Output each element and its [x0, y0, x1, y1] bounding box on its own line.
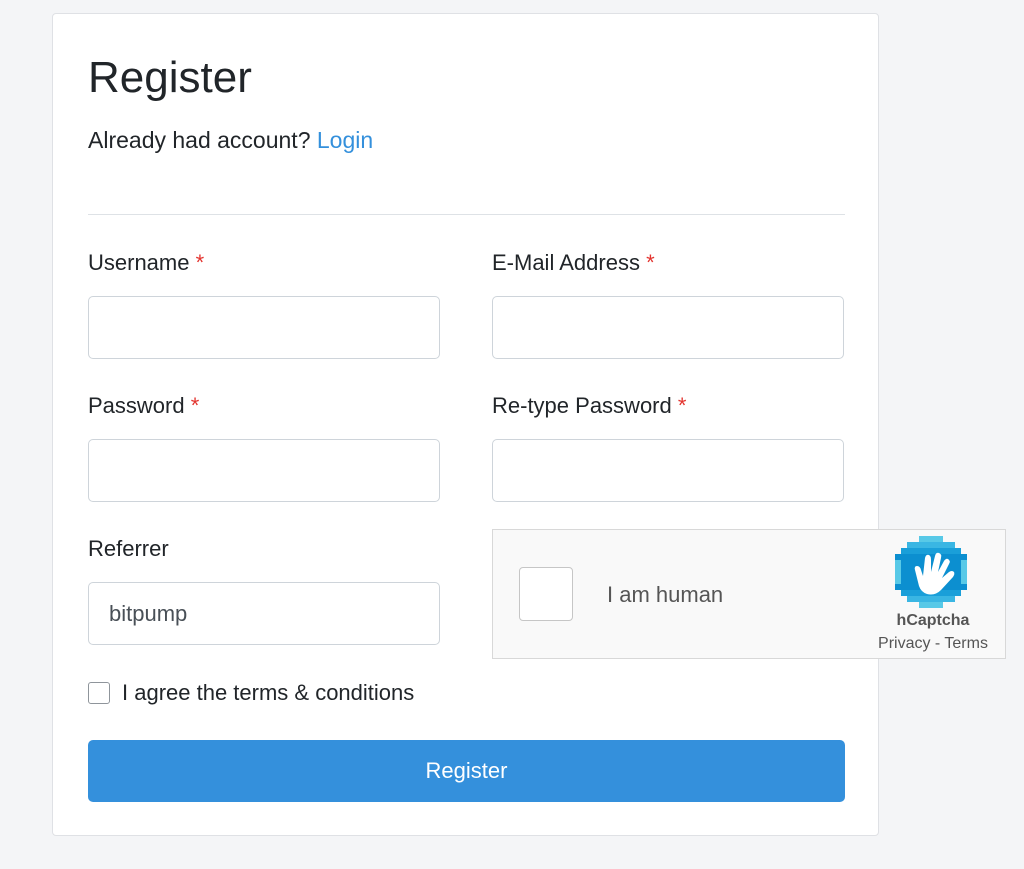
referrer-input[interactable]: [88, 582, 440, 645]
captcha-label: I am human: [607, 582, 724, 607]
retype-password-label: Re-type Password *: [492, 393, 686, 419]
username-label: Username *: [88, 250, 204, 276]
captcha-widget: I am human hCaptcha Privacy - Terms: [492, 529, 1006, 659]
retype-password-label-text: Re-type Password: [492, 393, 672, 418]
terms-label[interactable]: I agree the terms & conditions: [122, 680, 414, 706]
captcha-brand: hCaptcha: [896, 612, 970, 629]
required-mark: *: [195, 250, 205, 275]
password-input[interactable]: [88, 439, 440, 502]
email-input[interactable]: [492, 296, 844, 359]
required-mark: *: [646, 250, 655, 275]
referrer-label: Referrer: [88, 536, 169, 562]
referrer-label-text: Referrer: [88, 536, 169, 561]
captcha-privacy-link[interactable]: Privacy: [878, 635, 930, 652]
password-label: Password *: [88, 393, 199, 419]
required-mark: *: [190, 393, 200, 418]
username-label-text: Username: [88, 250, 190, 275]
username-input[interactable]: [88, 296, 440, 359]
register-button[interactable]: Register: [88, 740, 845, 802]
email-label-text: E-Mail Address: [492, 250, 640, 275]
required-mark: *: [677, 393, 687, 418]
password-label-text: Password: [88, 393, 185, 418]
captcha-links: Privacy - Terms: [873, 634, 993, 654]
email-label: E-Mail Address *: [492, 250, 655, 276]
already-account-text: Already had account?: [88, 127, 311, 153]
login-prompt: Already had account? Login: [88, 126, 373, 154]
divider: [88, 214, 845, 215]
captcha-terms-link[interactable]: Terms: [944, 635, 988, 652]
captcha-checkbox[interactable]: [519, 567, 573, 621]
terms-checkbox[interactable]: [88, 682, 110, 704]
page-title: Register: [88, 53, 252, 102]
retype-password-input[interactable]: [492, 439, 844, 502]
captcha-link-separator: -: [930, 635, 945, 652]
login-link[interactable]: Login: [317, 127, 373, 153]
hcaptcha-logo-icon: [895, 536, 967, 608]
